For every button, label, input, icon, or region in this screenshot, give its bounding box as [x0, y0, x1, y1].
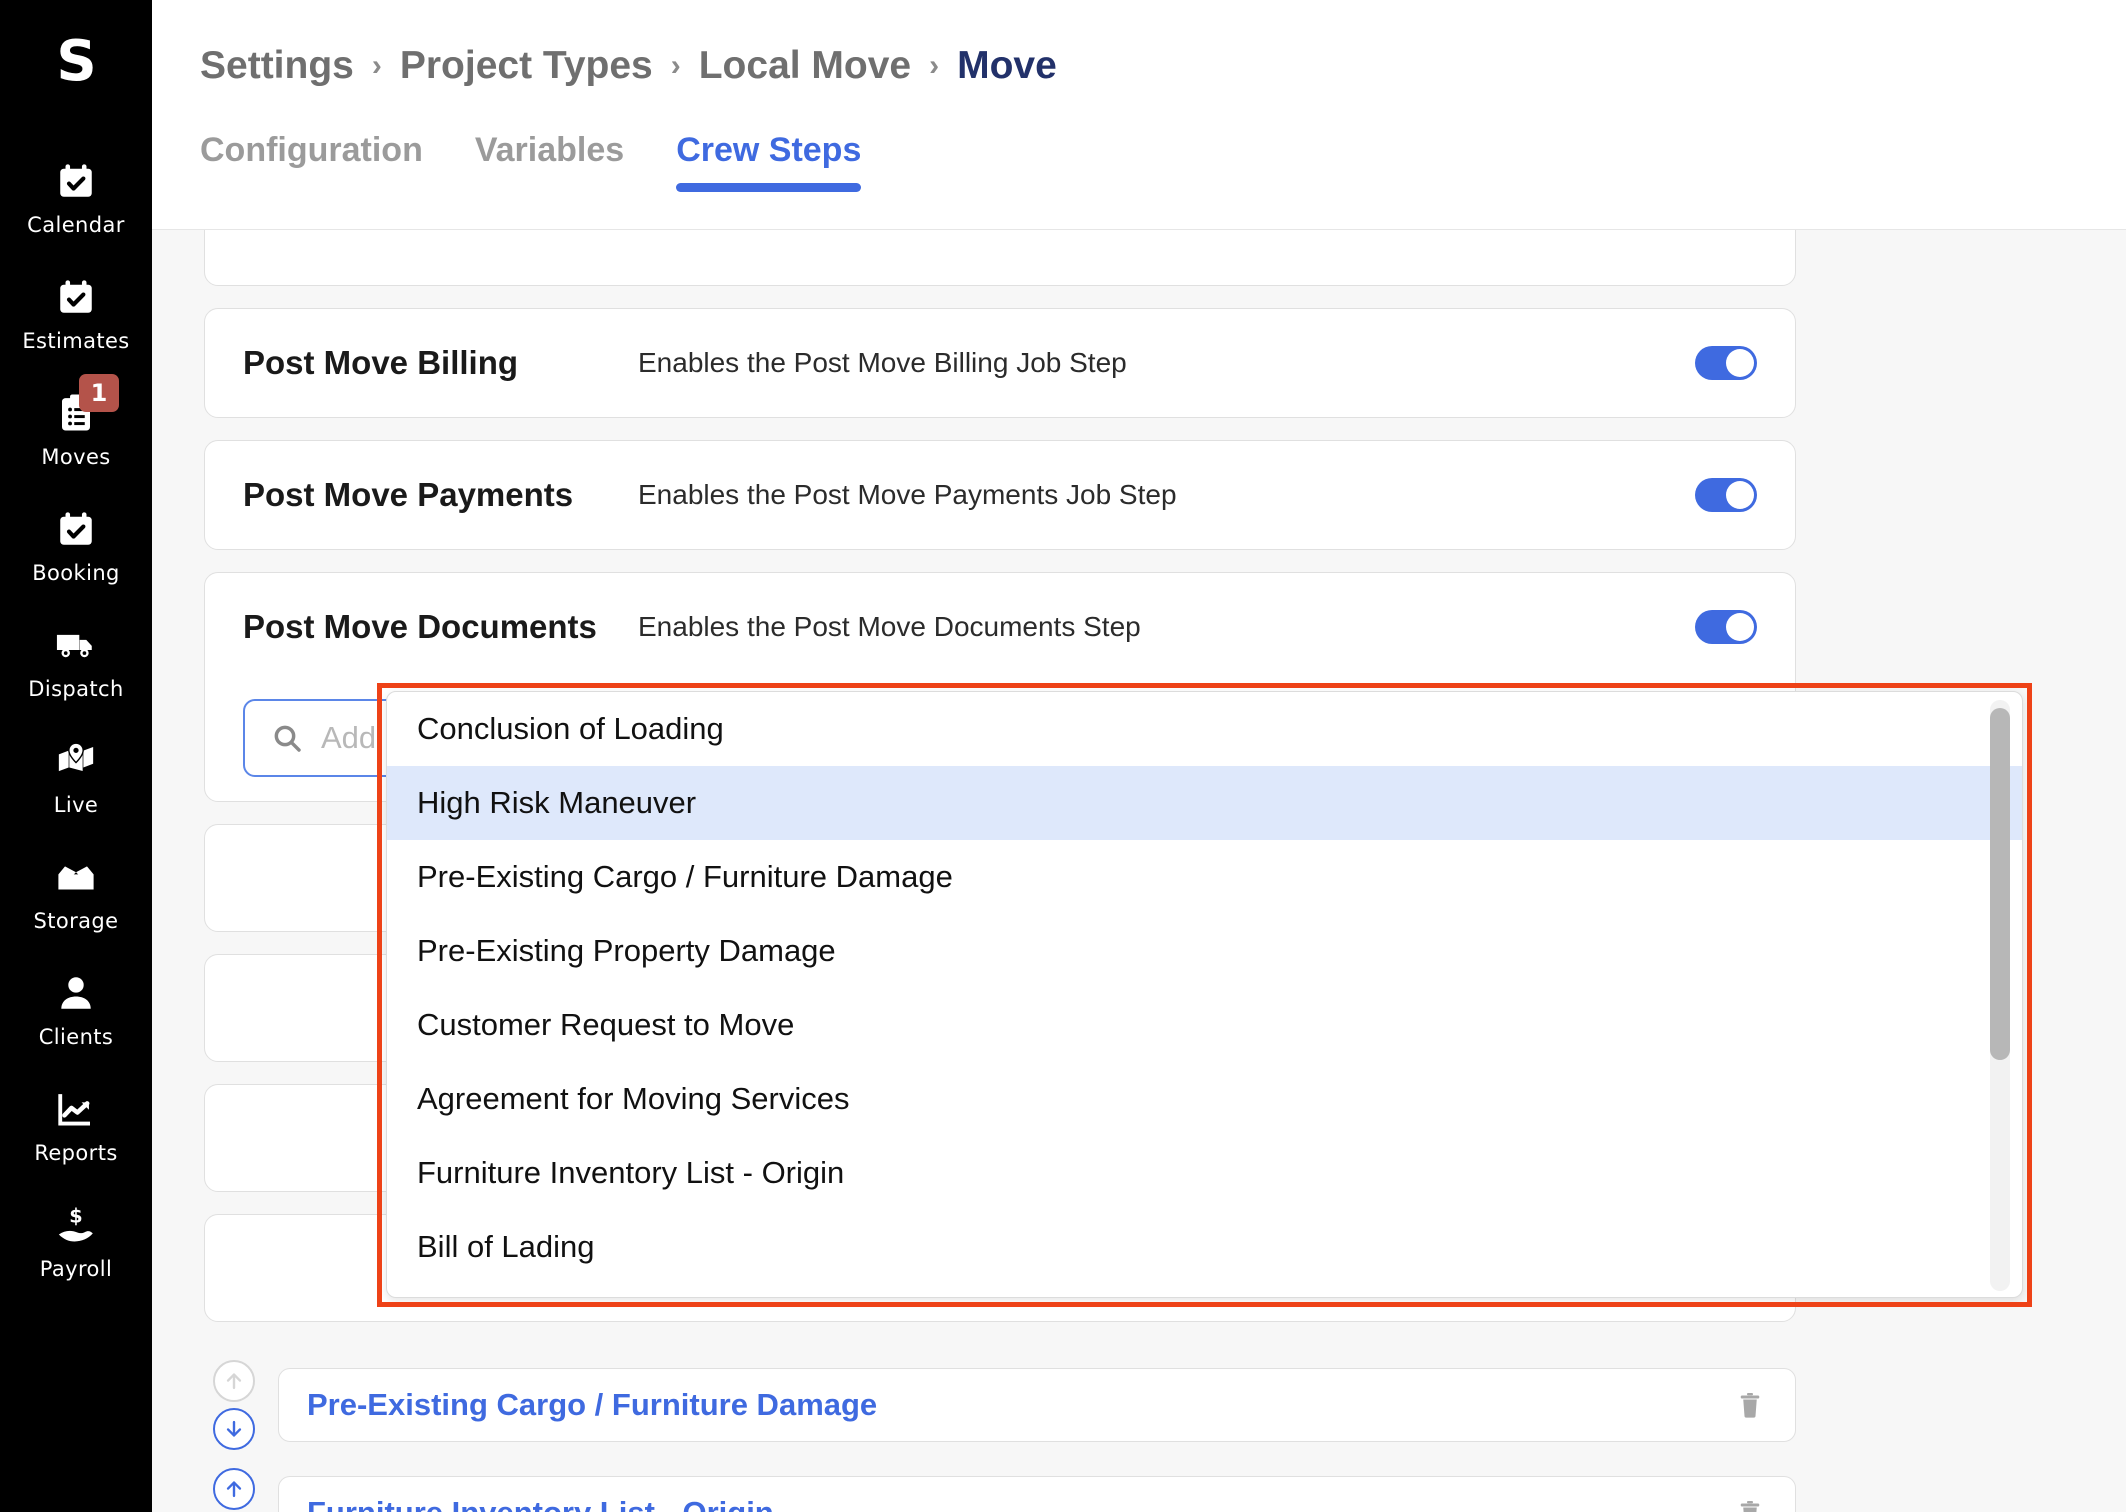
calendar-check-icon — [53, 506, 99, 552]
trash-icon[interactable] — [1735, 1389, 1769, 1421]
brand-logo[interactable]: S — [56, 34, 96, 90]
breadcrumb-separator: › — [929, 49, 940, 82]
document-pill: Pre-Existing Cargo / Furniture Damage — [278, 1368, 1796, 1442]
selected-documents-list: Pre-Existing Cargo / Furniture Damage Fu… — [204, 1360, 1796, 1512]
sidebar-item-live[interactable]: Live — [0, 738, 152, 817]
page-header: Settings › Project Types › Local Move › Move C… — [152, 0, 2126, 230]
move-down-button[interactable] — [213, 1408, 255, 1450]
document-library-dropdown[interactable]: Conclusion of Loading High Risk Maneuver P… — [386, 691, 2023, 1298]
dropdown-option[interactable]: Furniture Inventory List - Origin — [387, 1136, 2022, 1210]
step-description: Enables the Post Move Payments Job Step — [638, 479, 1177, 510]
sidebar-item-label: Payroll — [39, 1257, 113, 1281]
sidebar-item-reports[interactable]: Reports — [0, 1086, 152, 1165]
sidebar-item-clients[interactable]: Clients — [0, 970, 152, 1049]
step-title: Post Move Payments — [243, 476, 574, 513]
document-name-link[interactable]: Pre-Existing Cargo / Furniture Damage — [307, 1387, 1735, 1423]
dropdown-option[interactable]: Customer Request to Move — [387, 988, 2022, 1062]
app-root: S Calendar Estimates 1 Moves Booking Disp… — [0, 0, 2126, 1512]
move-up-button[interactable] — [213, 1468, 255, 1510]
hand-dollar-icon: $ — [53, 1202, 99, 1248]
toggle-knob — [1726, 613, 1754, 641]
sidebar-item-booking[interactable]: Booking — [0, 506, 152, 585]
tab-variables[interactable]: Variables — [475, 131, 624, 192]
sidebar-item-label: Booking — [32, 561, 120, 585]
sidebar-item-label: Moves — [41, 445, 111, 469]
step-description: Enables the Post Move Billing Job Step — [638, 347, 1127, 378]
reorder-buttons — [204, 1360, 264, 1450]
step-title: Post Move Documents — [243, 608, 597, 645]
sidebar-item-label: Clients — [38, 1025, 114, 1049]
sidebar-badge: 1 — [79, 374, 119, 412]
sidebar-item-label: Reports — [34, 1141, 118, 1165]
move-up-button — [213, 1360, 255, 1402]
step-toggle-post-move-documents[interactable] — [1695, 610, 1757, 644]
breadcrumb: Settings › Project Types › Local Move › Move — [152, 0, 2126, 88]
sidebar-item-moves[interactable]: 1 Moves — [0, 374, 152, 469]
dropdown-option[interactable]: Pre-Existing Cargo / Furniture Damage — [387, 840, 2022, 914]
breadcrumb-item-move[interactable]: Move — [957, 44, 1057, 88]
dropdown-option[interactable]: Conclusion of Loading — [387, 692, 2022, 766]
user-icon — [53, 970, 99, 1016]
step-toggle-post-move-billing[interactable] — [1695, 346, 1757, 380]
breadcrumb-item-local-move[interactable]: Local Move — [699, 44, 911, 88]
svg-text:$: $ — [69, 1205, 82, 1228]
selected-document-row: Pre-Existing Cargo / Furniture Damage — [204, 1360, 1796, 1450]
tab-crew-steps[interactable]: Crew Steps — [676, 131, 862, 192]
truck-icon — [53, 622, 99, 668]
trash-icon[interactable] — [1735, 1497, 1769, 1512]
sidebar-item-label: Storage — [33, 909, 119, 933]
sidebar-item-storage[interactable]: Storage — [0, 854, 152, 933]
map-pin-icon — [53, 738, 99, 784]
breadcrumb-separator: › — [670, 49, 681, 82]
sidebar-item-label: Calendar — [27, 213, 125, 237]
step-card-partial-top — [204, 230, 1796, 286]
sidebar-item-label: Estimates — [22, 329, 130, 353]
sidebar-item-label: Dispatch — [28, 677, 124, 701]
step-card-post-move-billing: Post Move Billing Enables the Post Move … — [204, 308, 1796, 418]
selected-document-row: Furniture Inventory List - Origin — [204, 1468, 1796, 1512]
dropdown-option[interactable]: Pre-Existing Property Damage — [387, 914, 2022, 988]
sidebar-item-estimates[interactable]: Estimates — [0, 274, 152, 353]
chart-line-icon — [53, 1086, 99, 1132]
toggle-knob — [1726, 349, 1754, 377]
calendar-check-icon — [53, 158, 99, 204]
dropdown-scrollbar-track[interactable] — [1990, 700, 2010, 1291]
reorder-buttons — [204, 1468, 264, 1512]
sidebar-item-label: Live — [53, 793, 99, 817]
toggle-knob — [1726, 481, 1754, 509]
dropdown-option[interactable]: Bill of Lading — [387, 1210, 2022, 1284]
dropdown-scrollbar-thumb[interactable] — [1990, 708, 2010, 1060]
document-pill: Furniture Inventory List - Origin — [278, 1476, 1796, 1512]
breadcrumb-item-project-types[interactable]: Project Types — [400, 44, 653, 88]
sidebar-item-calendar[interactable]: Calendar — [0, 158, 152, 237]
breadcrumb-separator: › — [371, 49, 382, 82]
search-icon — [271, 722, 305, 754]
breadcrumb-item-settings[interactable]: Settings — [200, 44, 354, 88]
tab-configuration[interactable]: Configuration — [200, 131, 423, 192]
step-card-post-move-payments: Post Move Payments Enables the Post Move… — [204, 440, 1796, 550]
step-title: Post Move Billing — [243, 344, 519, 381]
clipboard-list-icon: 1 — [53, 374, 119, 436]
tab-bar: Configuration Variables Crew Steps — [152, 122, 2126, 192]
calendar-check-icon — [53, 274, 99, 320]
main-area: Settings › Project Types › Local Move › Move C… — [152, 0, 2126, 1512]
step-toggle-post-move-payments[interactable] — [1695, 478, 1757, 512]
main-sidebar: S Calendar Estimates 1 Moves Booking Disp… — [0, 0, 152, 1512]
dropdown-option[interactable]: High Risk Maneuver — [387, 766, 2022, 840]
dropdown-option[interactable]: Agreement for Moving Services — [387, 1062, 2022, 1136]
open-box-icon — [53, 854, 99, 900]
document-name-link[interactable]: Furniture Inventory List - Origin — [307, 1495, 1735, 1512]
step-description: Enables the Post Move Documents Step — [638, 611, 1141, 642]
sidebar-item-payroll[interactable]: $ Payroll — [0, 1202, 152, 1281]
sidebar-item-dispatch[interactable]: Dispatch — [0, 622, 152, 701]
